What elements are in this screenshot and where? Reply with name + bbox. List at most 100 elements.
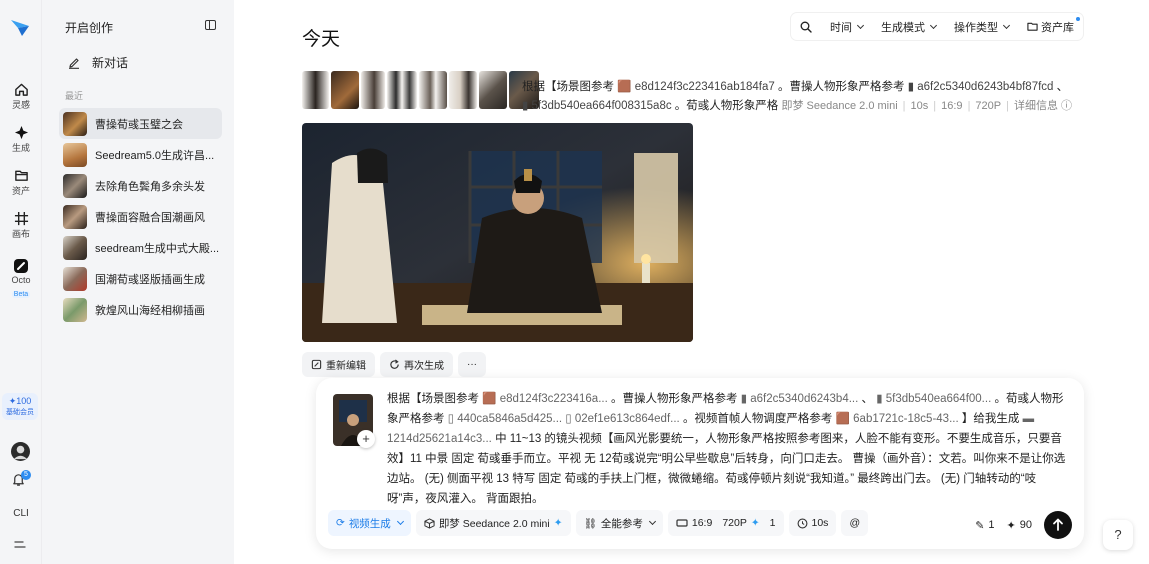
model-select[interactable]: 即梦 Seedance 2.0 mini ✦ — [415, 510, 571, 536]
reference-thumbnail[interactable] — [302, 71, 329, 109]
add-reference-button[interactable]: + — [357, 430, 375, 448]
recent-item[interactable]: 国潮荀彧竖版插画生成 — [59, 263, 222, 294]
re-edit-button[interactable]: 重新编辑 — [302, 352, 375, 377]
recent-item[interactable]: 敦煌风山海经相柳插画 — [59, 294, 222, 325]
recent-item-label: 曹操荀彧玉璧之会 — [95, 118, 183, 131]
clock-icon — [797, 518, 807, 528]
reference-image-strip — [302, 71, 541, 111]
reference-chip[interactable]: ▮ a6f2c5340d6243b4... — [741, 393, 859, 405]
cube-icon — [424, 517, 435, 529]
regenerate-button[interactable]: 再次生成 — [380, 352, 453, 377]
home-icon — [14, 83, 28, 96]
search-button[interactable] — [791, 13, 821, 40]
output-settings-select[interactable]: 16:9 720P ✦ 1 — [667, 510, 784, 536]
left-rail: 灵感 生成 资产 画布 Octo Beta ✦100 基础会员 5 CLI — [0, 0, 42, 564]
prompt-text: 、 — [861, 393, 874, 405]
prompt-text: 。荀彧人物形象严格 — [674, 100, 779, 112]
composer-options: ⟳ 视频生成 即梦 Seedance 2.0 mini ✦ ⛓ 全能参考 16:… — [328, 510, 869, 536]
prompt-composer: + 根据【场景图参考 🟫 e8d124f3c223416a... 。曹操人物形象… — [316, 378, 1084, 549]
reference-chip[interactable]: ▯ 02ef1e613c864edf... — [565, 413, 679, 425]
reference-mode-icon: ⛓ — [583, 517, 597, 530]
rail-label: 生成 — [11, 143, 30, 153]
more-button[interactable]: ··· — [458, 352, 486, 377]
reference-thumbnail[interactable] — [479, 71, 507, 109]
rail-label: 资产 — [11, 186, 30, 196]
new-chat-button[interactable]: 新对话 — [68, 54, 128, 71]
record-actions: 重新编辑 再次生成 ··· — [302, 352, 486, 377]
recent-item-label: Seedream5.0生成许昌... — [95, 149, 215, 162]
notification-count: 5 — [21, 470, 31, 480]
new-indicator-dot — [1076, 17, 1080, 21]
rail-label: 画布 — [11, 229, 30, 239]
credits-badge[interactable]: ✦100 基础会员 — [2, 393, 38, 420]
send-button[interactable] — [1044, 511, 1072, 539]
arrow-up-icon — [1053, 518, 1063, 531]
reference-chip[interactable]: ▮ 5f3db540ea664f00... — [876, 393, 991, 405]
help-button[interactable]: ? — [1103, 520, 1133, 550]
video-mode-icon: ⟳ — [336, 517, 345, 529]
membership-label: 基础会员 — [6, 409, 34, 416]
notification-button[interactable]: 5 — [11, 470, 33, 490]
composer-submit-area: ✎ 1 ✦ 90 — [975, 511, 1072, 539]
app-logo-icon[interactable] — [9, 16, 31, 38]
edit-icon — [311, 359, 322, 370]
reference-thumbnail[interactable] — [419, 71, 447, 109]
reference-thumbnail[interactable] — [331, 71, 359, 109]
details-link[interactable]: 详细信息 — [1014, 100, 1058, 112]
prompt-text: 。曹操人物形象严格参考 — [611, 393, 738, 405]
reference-id: 1214d25621a14c3... — [387, 433, 492, 445]
cost-value: 90 — [1019, 519, 1032, 531]
avatar[interactable] — [11, 442, 30, 461]
rail-item-generate[interactable]: 生成 — [0, 125, 42, 154]
sparkle-icon: ✦ — [553, 517, 563, 529]
recent-thumbnail — [63, 173, 87, 198]
menu-icon[interactable] — [14, 541, 26, 550]
rail-item-assets[interactable]: 资产 — [0, 168, 42, 197]
rail-item-canvas[interactable]: 画布 — [0, 211, 42, 240]
recent-item[interactable]: 曹操面容融合国潮画风 — [59, 201, 222, 232]
credit-cost: ✦ 90 — [1007, 519, 1032, 532]
prompt-input[interactable]: 根据【场景图参考 🟫 e8d124f3c223416a... 。曹操人物形象严格… — [387, 389, 1071, 509]
info-icon[interactable]: ⓘ — [1061, 100, 1072, 112]
rail-item-octo[interactable]: Octo Beta — [0, 258, 42, 299]
reference-id: e8d124f3c223416ab184fa7 — [634, 81, 775, 93]
reference-chip[interactable]: 🟫 6ab1721c-18c5-43... — [836, 413, 959, 425]
asset-library-button[interactable]: 资产库 — [1018, 13, 1083, 40]
recent-item-label: 敦煌风山海经相柳插画 — [95, 304, 205, 317]
recent-item[interactable]: Seedream5.0生成许昌... — [59, 139, 222, 170]
variants-select[interactable]: ✎ 1 — [975, 519, 994, 532]
reference-chip[interactable]: ▯ 440ca5846a5d425... — [448, 413, 562, 425]
recent-thumbnail — [63, 111, 87, 136]
rail-item-inspiration[interactable]: 灵感 — [0, 82, 42, 111]
cli-button[interactable]: CLI — [0, 508, 42, 519]
chevron-down-icon — [1002, 21, 1011, 29]
duration: 10s — [910, 100, 929, 112]
time-filter-dropdown[interactable]: 时间 — [821, 13, 872, 40]
ratio-label: 16:9 — [691, 517, 713, 529]
recent-item[interactable]: seedream生成中式大殿... — [59, 232, 222, 263]
generated-video[interactable] — [302, 123, 693, 342]
mode-filter-dropdown[interactable]: 生成模式 — [872, 13, 945, 40]
refresh-icon — [390, 359, 399, 369]
sparkle-icon — [14, 125, 28, 140]
count-label: 1 — [769, 517, 776, 529]
recent-item[interactable]: 去除角色鬓角多余头发 — [59, 170, 222, 201]
mention-button[interactable]: @ — [841, 510, 869, 536]
reference-thumbnail[interactable] — [387, 71, 417, 109]
reference-thumbnail[interactable] — [449, 71, 477, 109]
reference-mode-select[interactable]: ⛓ 全能参考 — [575, 510, 663, 536]
record-prompt[interactable]: 根据【场景图参考 🟫 e8d124f3c223416ab184fa7 。曹操人物… — [522, 78, 1092, 116]
aspect-ratio: 16:9 — [941, 100, 963, 112]
recent-item[interactable]: 曹操荀彧玉璧之会 — [59, 108, 222, 139]
operation-filter-dropdown[interactable]: 操作类型 — [945, 13, 1018, 40]
reference-thumbnail[interactable] — [361, 71, 385, 109]
prompt-text: 、 — [1056, 81, 1069, 93]
folder-icon — [1027, 22, 1038, 31]
mode-select[interactable]: ⟳ 视频生成 — [328, 510, 411, 536]
duration-select[interactable]: 10s — [788, 510, 837, 536]
sidebar-toggle-icon[interactable] — [205, 20, 216, 30]
reference-id: 6ab1721c-18c5-43... — [853, 413, 959, 425]
operation-filter-label: 操作类型 — [954, 21, 998, 34]
reference-id: a6f2c5340d6243b4bf87fcd — [917, 81, 1054, 93]
reference-chip[interactable]: 🟫 e8d124f3c223416a... — [482, 393, 608, 405]
